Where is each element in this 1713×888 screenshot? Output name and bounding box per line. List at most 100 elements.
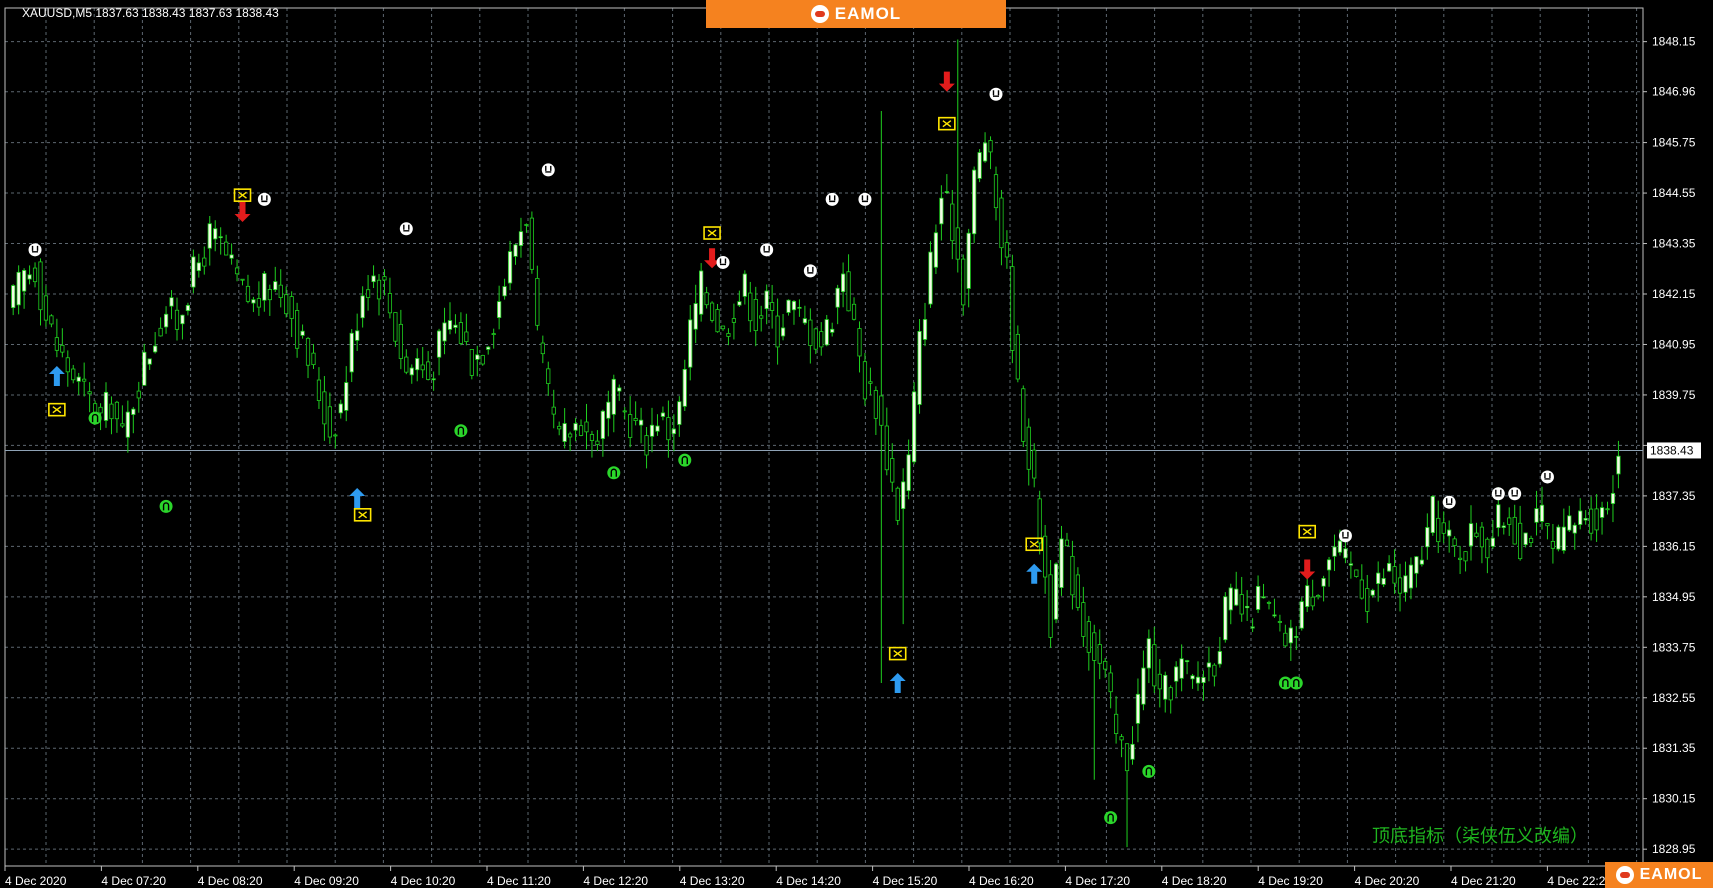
time-tick-label: 4 Dec 22:20	[1547, 874, 1612, 888]
candle-body-bear	[256, 298, 261, 308]
sell-arrow-shape	[234, 201, 251, 222]
candle-body-bear	[770, 302, 775, 311]
candle-body-bull	[486, 346, 491, 350]
brand-watermark: EAMOL	[1605, 862, 1713, 888]
top-marker-icon	[1540, 470, 1554, 484]
candle-body-bull	[693, 303, 698, 330]
candle-body-bull	[1534, 508, 1539, 523]
sell-arrow-icon	[234, 201, 251, 222]
price-chart[interactable]: 1848.15 1846.96 1845.75 1844.55 1843.35 1842.…	[0, 0, 1713, 888]
time-tick-label: 4 Dec 16:20	[969, 874, 1034, 888]
candle-body-bear	[1097, 644, 1102, 664]
candle-body-bear	[1064, 539, 1070, 547]
time-tick-label: 4 Dec 2020	[5, 874, 67, 888]
top-marker-icon	[760, 243, 774, 257]
candle-body-bear	[1605, 508, 1610, 511]
candle-body-bear	[993, 174, 999, 209]
candle-body-bull	[1163, 674, 1168, 700]
candle-body-bear	[1545, 523, 1550, 527]
candle-body-bull	[841, 273, 846, 293]
candle-body-bull	[1201, 677, 1206, 684]
top-marker-disc	[858, 192, 872, 206]
cross-box-x	[1302, 528, 1312, 536]
candle-body-bull	[415, 358, 420, 371]
candle-body-bull	[562, 423, 567, 442]
candle-body-bull	[360, 295, 365, 319]
candle-body-bear	[589, 434, 595, 441]
candle-body-bull	[1490, 537, 1495, 547]
brand-logo-icon	[810, 5, 829, 23]
candle-body-bear	[1310, 596, 1315, 607]
top-marker-icon	[1442, 495, 1456, 509]
candle-body-bear	[98, 406, 103, 414]
candle-body-bear	[666, 417, 671, 441]
bottom-marker-icon	[1289, 676, 1303, 690]
candle-body-bear	[1043, 535, 1048, 578]
candle-body-bull	[27, 274, 32, 280]
candle-body-bear	[1457, 557, 1463, 560]
top-marker-disc	[399, 222, 413, 236]
sell-arrow-icon	[1299, 559, 1316, 580]
bottom-marker-disc	[159, 499, 173, 513]
candle-body-bear	[469, 349, 474, 376]
candle-body-bull	[103, 391, 109, 421]
candle-body-bull	[922, 319, 928, 340]
brand-watermark-name: EAMOL	[1639, 866, 1703, 883]
candle-body-bull	[824, 319, 829, 346]
candle-body-bear	[633, 417, 638, 421]
candle-body-bear	[404, 356, 409, 373]
candle-body-bear	[1021, 388, 1026, 442]
candle-body-bull	[911, 391, 917, 463]
candle-body-bear	[557, 425, 562, 430]
candle-body-bull	[218, 236, 223, 239]
cross-box-icon	[233, 188, 252, 202]
candle-body-bear	[1316, 595, 1321, 598]
cross-box-icon	[1298, 524, 1317, 539]
candle-body-bull	[409, 367, 414, 376]
candle-body-bear	[60, 344, 65, 353]
candle-body-bear	[1124, 743, 1130, 772]
time-tick-label: 4 Dec 12:20	[583, 874, 648, 888]
candle-body-bear	[595, 440, 600, 445]
candle-body-bear	[720, 325, 726, 330]
candle-body-bull	[1616, 455, 1621, 475]
candle-body-bull	[791, 300, 797, 311]
candle-body-bull	[344, 382, 349, 411]
candle-body-bear	[365, 289, 371, 298]
candle-body-bear	[999, 197, 1004, 249]
top-marker-icon	[825, 192, 839, 206]
candle-body-bull	[966, 232, 971, 289]
top-marker-disc	[1508, 487, 1522, 501]
candle-body-bear	[480, 354, 485, 365]
candle-body-bull	[497, 301, 502, 318]
candle-body-bull	[1206, 662, 1212, 668]
candle-body-bull	[977, 152, 982, 179]
candle-body-bear	[1550, 541, 1556, 549]
candle-body-bull	[660, 412, 666, 417]
candle-body-bear	[955, 227, 960, 260]
top-marker-disc	[825, 192, 839, 206]
candle-body-bull	[142, 351, 147, 386]
price-tick-label: 1836.15	[1652, 539, 1696, 553]
candle-body-bear	[568, 433, 573, 438]
candle-body-bull	[1245, 605, 1250, 609]
bottom-marker-icon	[607, 466, 621, 480]
candle-body-bull	[1053, 563, 1059, 620]
candle-body-bull	[682, 368, 687, 407]
candle-body-bull	[447, 320, 453, 330]
candle-body-bear	[1518, 522, 1523, 560]
candle-body-bear	[546, 368, 551, 384]
candle-body-bull	[507, 251, 513, 284]
candle-body-bull	[371, 275, 376, 283]
candle-body-bear	[551, 406, 556, 415]
candle-body-bear	[1512, 516, 1517, 545]
indicator-caption: 顶底指标（柒侠伍义改编）	[1372, 826, 1588, 847]
candle-body-bear	[731, 318, 737, 323]
symbol-quote-header: XAUUSD,M5 1837.63 1838.43 1837.63 1838.4…	[22, 6, 279, 20]
cross-box-icon	[938, 116, 956, 131]
candle-body-bear	[398, 323, 403, 359]
price-tick-label: 1834.95	[1652, 590, 1696, 604]
candle-body-bear	[393, 312, 398, 342]
candle-body-bear	[311, 352, 316, 366]
candle-body-bull	[213, 228, 218, 240]
